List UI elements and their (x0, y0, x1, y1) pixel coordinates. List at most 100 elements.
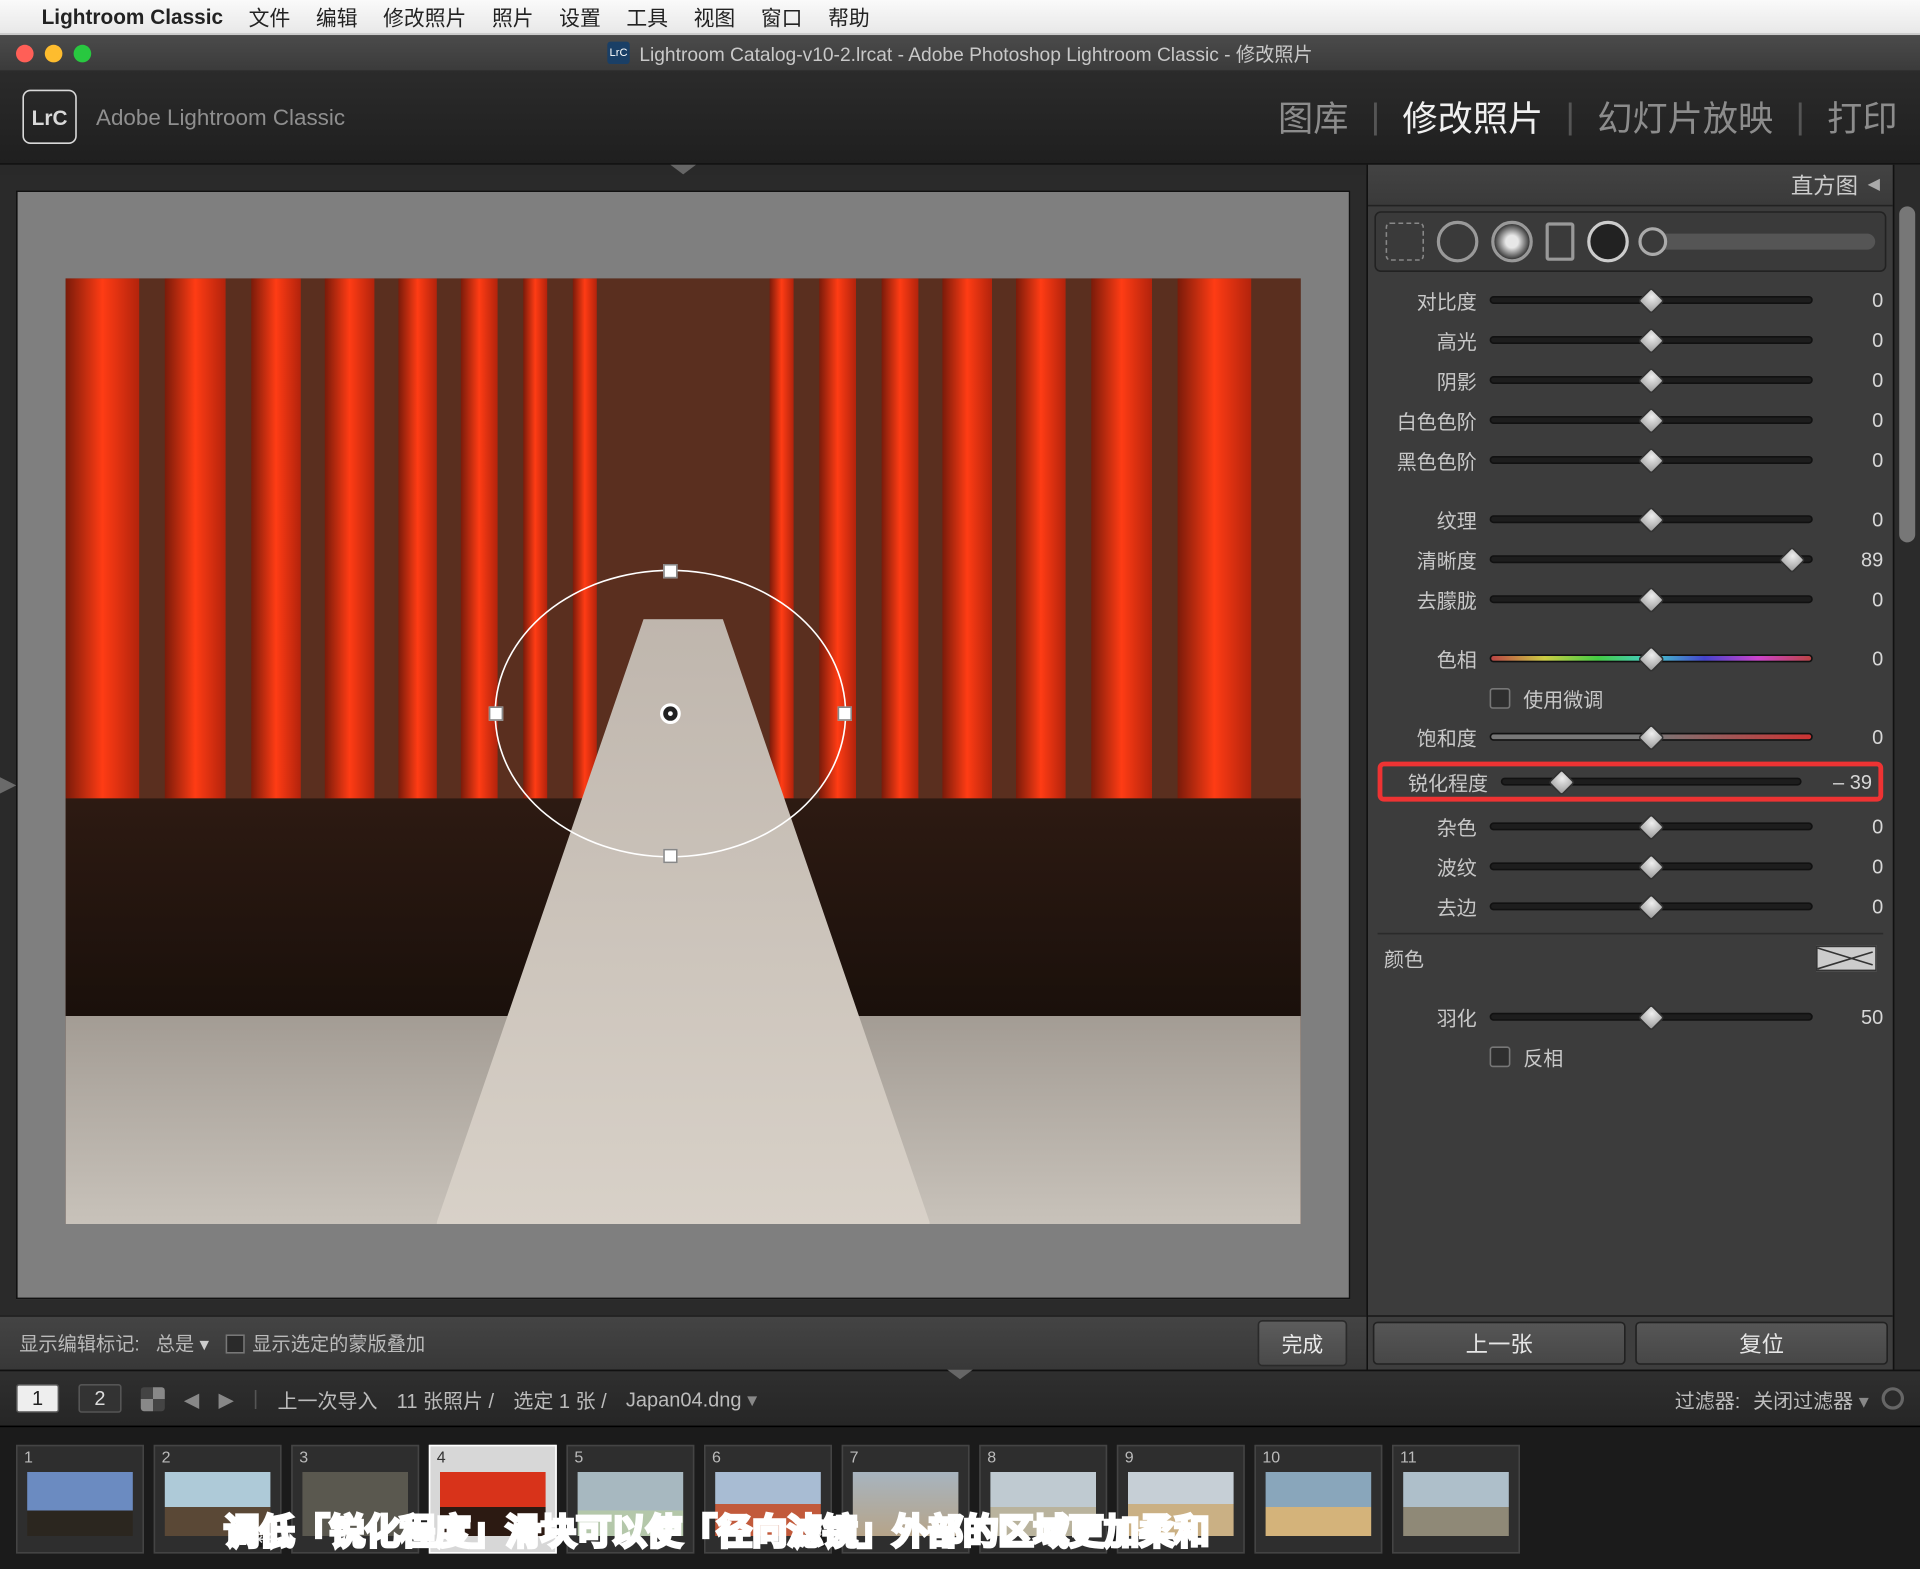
mask-center-pin[interactable] (660, 703, 681, 724)
filmstrip-thumb-4[interactable]: 4 (429, 1444, 557, 1553)
slider-knob-clarity[interactable] (1778, 546, 1805, 573)
module-print[interactable]: 打印 (1827, 91, 1897, 142)
redeye-tool-icon[interactable] (1491, 221, 1533, 263)
slider-knob-sharpness[interactable] (1548, 768, 1575, 795)
radial-filter-overlay[interactable] (495, 569, 847, 857)
monitor-1-button[interactable]: 1 (16, 1384, 59, 1413)
filmstrip[interactable]: 12⇄3456⇄7891011调低「锐化程度」滑块可以使「径向滤镜」外部的区域更… (0, 1426, 1920, 1569)
nav-back-icon[interactable]: ◀ (184, 1386, 199, 1410)
panel-scrollbar[interactable] (1893, 165, 1920, 1370)
slider-moire[interactable]: 波纹0 (1378, 846, 1884, 886)
menu-help[interactable]: 帮助 (828, 2, 870, 32)
slider-knob-noise[interactable] (1638, 813, 1665, 840)
slider-texture[interactable]: 纹理0 (1378, 499, 1884, 539)
filmstrip-thumb-10[interactable]: 10 (1254, 1444, 1382, 1553)
panel-collapse-icon[interactable]: ◀ (1868, 176, 1880, 194)
menu-settings[interactable]: 设置 (559, 2, 601, 32)
slider-shadows[interactable]: 阴影0 (1378, 360, 1884, 400)
slider-hue[interactable]: 色相0 (1378, 638, 1884, 678)
overlay-checkbox[interactable] (225, 1334, 244, 1353)
slider-sharpness[interactable]: 锐化程度– 39 (1378, 762, 1884, 802)
left-panel-expand-icon[interactable]: ▶ (0, 767, 13, 799)
slider-knob-moire[interactable] (1638, 853, 1665, 880)
slider-track-clarity[interactable] (1490, 555, 1813, 563)
pin-mode-dropdown[interactable]: 总是 (156, 1330, 209, 1357)
grid-view-icon[interactable] (141, 1386, 165, 1410)
slider-track-texture[interactable] (1490, 515, 1813, 523)
slider-knob-texture[interactable] (1638, 506, 1665, 533)
slider-track-moire[interactable] (1490, 862, 1813, 870)
graduated-filter-tool-icon[interactable] (1546, 222, 1575, 260)
mask-handle-e[interactable] (838, 706, 852, 720)
slider-knob-contrast[interactable] (1638, 286, 1665, 313)
spot-removal-tool-icon[interactable] (1437, 221, 1479, 263)
color-swatch[interactable] (1816, 945, 1877, 971)
slider-track-highlights[interactable] (1490, 336, 1813, 344)
crop-tool-icon[interactable] (1386, 222, 1424, 260)
fine-tune-checkbox[interactable] (1490, 687, 1511, 708)
adjustment-brush-tool-icon[interactable] (1642, 234, 1876, 250)
slider-knob-highlights[interactable] (1638, 326, 1665, 353)
mask-handle-w[interactable] (489, 706, 503, 720)
histogram-header[interactable]: 直方图 ◀ (1368, 165, 1893, 207)
filmstrip-thumb-11[interactable]: 11 (1392, 1444, 1520, 1553)
mask-handle-n[interactable] (664, 564, 678, 578)
slider-clarity[interactable]: 清晰度89 (1378, 539, 1884, 579)
filmstrip-thumb-6[interactable]: 6⇄ (704, 1444, 832, 1553)
slider-track-feather[interactable] (1490, 1013, 1813, 1021)
module-library[interactable]: 图库 (1278, 91, 1348, 142)
slider-track-defringe[interactable] (1490, 902, 1813, 910)
slider-knob-blacks[interactable] (1638, 446, 1665, 473)
filmstrip-thumb-9[interactable]: 9 (1117, 1444, 1245, 1553)
slider-knob-saturation[interactable] (1638, 723, 1665, 750)
slider-defringe[interactable]: 去边0 (1378, 886, 1884, 926)
slider-noise[interactable]: 杂色0 (1378, 806, 1884, 846)
filmstrip-thumb-5[interactable]: 5 (566, 1444, 694, 1553)
scrollbar-thumb[interactable] (1899, 206, 1915, 542)
filmstrip-thumb-3[interactable]: 3 (291, 1444, 419, 1553)
image-canvas[interactable] (16, 190, 1350, 1299)
menu-develop[interactable]: 修改照片 (383, 2, 466, 32)
close-window-icon[interactable] (16, 44, 34, 62)
breadcrumb-source[interactable]: 上一次导入 (277, 1383, 377, 1413)
menu-edit[interactable]: 编辑 (316, 2, 358, 32)
module-slideshow[interactable]: 幻灯片放映 (1597, 91, 1773, 142)
module-develop[interactable]: 修改照片 (1402, 91, 1543, 142)
top-panel-collapse-icon[interactable] (0, 165, 1366, 175)
menu-tools[interactable]: 工具 (626, 2, 668, 32)
slider-knob-shadows[interactable] (1638, 366, 1665, 393)
minimize-window-icon[interactable] (45, 44, 63, 62)
previous-button[interactable]: 上一张 (1373, 1322, 1626, 1365)
slider-highlights[interactable]: 高光0 (1378, 320, 1884, 360)
slider-track-dehaze[interactable] (1490, 595, 1813, 603)
slider-dehaze[interactable]: 去朦胧0 (1378, 579, 1884, 619)
filmstrip-thumb-1[interactable]: 1 (16, 1444, 144, 1553)
slider-feather[interactable]: 羽化50 (1378, 997, 1884, 1037)
menu-window[interactable]: 窗口 (761, 2, 803, 32)
slider-track-noise[interactable] (1490, 822, 1813, 830)
menu-file[interactable]: 文件 (249, 2, 291, 32)
menu-view[interactable]: 视图 (694, 2, 736, 32)
slider-whites[interactable]: 白色色阶0 (1378, 400, 1884, 440)
slider-saturation[interactable]: 饱和度0 (1378, 717, 1884, 757)
nav-forward-icon[interactable]: ▶ (218, 1386, 233, 1410)
slider-knob-feather[interactable] (1638, 1003, 1665, 1030)
slider-knob-dehaze[interactable] (1638, 586, 1665, 613)
menu-photo[interactable]: 照片 (492, 2, 534, 32)
app-menu[interactable]: Lightroom Classic (42, 5, 223, 29)
slider-contrast[interactable]: 对比度0 (1378, 280, 1884, 320)
slider-track-blacks[interactable] (1490, 456, 1813, 464)
mask-handle-s[interactable] (664, 849, 678, 863)
invert-checkbox[interactable] (1490, 1046, 1511, 1067)
slider-knob-defringe[interactable] (1638, 893, 1665, 920)
filmstrip-thumb-2[interactable]: 2⇄ (154, 1444, 282, 1553)
filmstrip-thumb-8[interactable]: 8 (979, 1444, 1107, 1553)
slider-track-contrast[interactable] (1490, 296, 1813, 304)
filmstrip-thumb-7[interactable]: 7 (842, 1444, 970, 1553)
slider-track-hue[interactable] (1490, 654, 1813, 662)
slider-knob-whites[interactable] (1638, 406, 1665, 433)
radial-filter-tool-icon[interactable] (1587, 221, 1629, 263)
slider-blacks[interactable]: 黑色色阶0 (1378, 440, 1884, 480)
zoom-window-icon[interactable] (74, 44, 92, 62)
slider-knob-hue[interactable] (1638, 645, 1665, 672)
